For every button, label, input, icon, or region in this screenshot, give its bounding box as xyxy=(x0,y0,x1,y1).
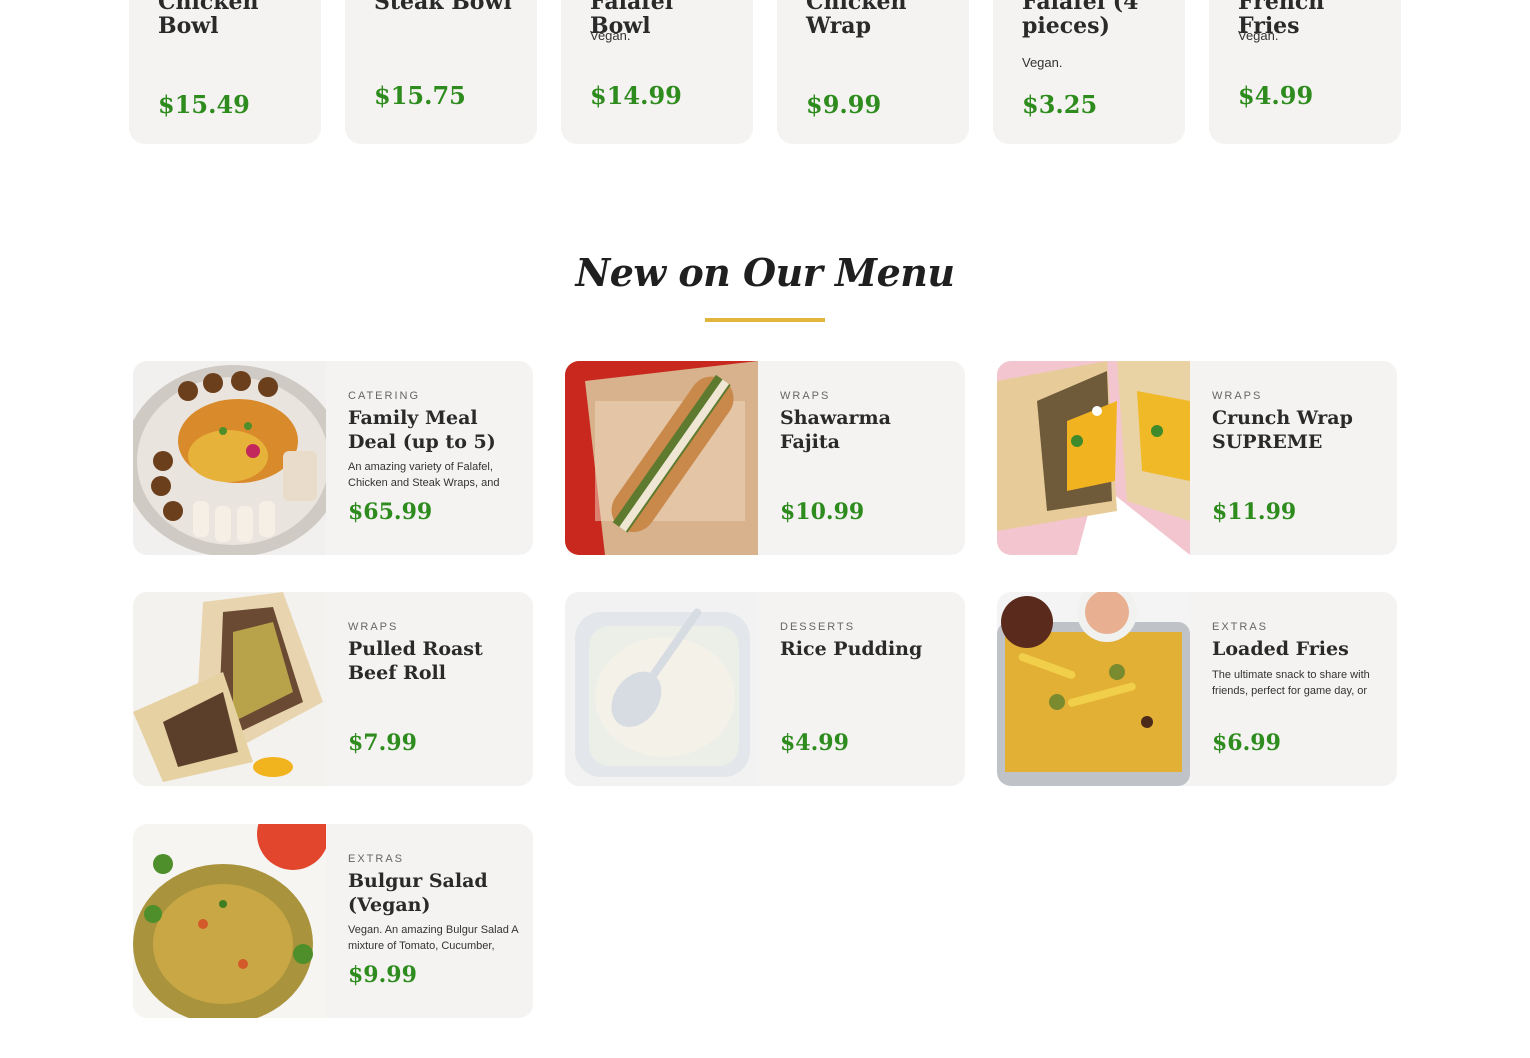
item-price: $4.99 xyxy=(780,730,849,756)
item-category: EXTRAS xyxy=(1212,621,1269,633)
item-description: Vegan. xyxy=(1238,28,1279,43)
item-price: $9.99 xyxy=(806,90,882,119)
top-menu-row: Chicken Bowl $15.49 Steak Bowl $15.75 Fa… xyxy=(129,0,1401,144)
item-title: Rice Pudding xyxy=(780,638,923,660)
item-description: Vegan. xyxy=(1022,55,1063,70)
menu-card-crunch-wrap-supreme[interactable]: WRAPS Crunch Wrap SUPREME $11.99 xyxy=(997,361,1397,555)
item-description: Vegan. An amazing Bulgur Salad A mixture… xyxy=(348,924,519,952)
rice-pudding-image xyxy=(565,592,758,786)
platter-image xyxy=(133,361,326,555)
item-price: $15.49 xyxy=(158,90,250,119)
section-title: New on Our Menu xyxy=(575,250,955,295)
item-category: WRAPS xyxy=(348,621,399,633)
item-price: $3.25 xyxy=(1022,90,1098,119)
menu-card-steak-bowl[interactable]: Steak Bowl $15.75 xyxy=(345,0,537,144)
crunch-wrap-image xyxy=(997,361,1190,555)
item-category: DESSERTS xyxy=(780,621,856,633)
item-title: Family Meal Deal (up to 5) xyxy=(348,407,496,453)
item-category: CATERING xyxy=(348,390,421,402)
menu-card-chicken-bowl[interactable]: Chicken Bowl $15.49 xyxy=(129,0,321,144)
menu-card-chicken-wrap[interactable]: Chicken Wrap $9.99 xyxy=(777,0,969,144)
menu-card-shawarma-fajita[interactable]: WRAPS Shawarma Fajita $10.99 xyxy=(565,361,965,555)
menu-card-falafel-4[interactable]: Falafel (4 pieces) Vegan. $3.25 xyxy=(993,0,1185,144)
item-price: $6.99 xyxy=(1212,730,1281,756)
menu-card-rice-pudding[interactable]: DESSERTS Rice Pudding $4.99 xyxy=(565,592,965,786)
item-category: WRAPS xyxy=(1212,390,1263,402)
item-price: $11.99 xyxy=(1212,499,1297,525)
menu-card-bulgur-salad[interactable]: EXTRAS Bulgur Salad (Vegan) Vegan. An am… xyxy=(133,824,533,1018)
item-price: $7.99 xyxy=(348,730,417,756)
item-category: EXTRAS xyxy=(348,853,405,865)
item-name: Chicken Wrap xyxy=(806,0,907,39)
section-divider xyxy=(705,318,825,322)
item-description: The ultimate snack to share with friends… xyxy=(1212,669,1370,697)
menu-card-pulled-roast-beef-roll[interactable]: WRAPS Pulled Roast Beef Roll $7.99 xyxy=(133,592,533,786)
item-price: $14.99 xyxy=(590,81,682,110)
menu-card-family-meal-deal[interactable]: CATERING Family Meal Deal (up to 5) An a… xyxy=(133,361,533,555)
menu-card-french-fries[interactable]: French Fries Vegan. $4.99 xyxy=(1209,0,1401,144)
item-name: Steak Bowl xyxy=(374,0,512,15)
item-title: Shawarma Fajita xyxy=(780,407,891,453)
item-name: Falafel (4 pieces) xyxy=(1022,0,1139,39)
item-title: Crunch Wrap SUPREME xyxy=(1212,407,1353,453)
item-title: Loaded Fries xyxy=(1212,638,1349,660)
loaded-fries-image xyxy=(997,592,1190,786)
item-price: $65.99 xyxy=(348,499,433,525)
roast-beef-roll-image xyxy=(133,592,326,786)
item-description: An amazing variety of Falafel, Chicken a… xyxy=(348,461,500,489)
sandwich-image xyxy=(565,361,758,555)
menu-card-loaded-fries[interactable]: EXTRAS Loaded Fries The ultimate snack t… xyxy=(997,592,1397,786)
item-description: Vegan. xyxy=(590,28,631,43)
item-price: $4.99 xyxy=(1238,81,1314,110)
item-category: WRAPS xyxy=(780,390,831,402)
item-price: $9.99 xyxy=(348,962,417,988)
item-price: $15.75 xyxy=(374,81,466,110)
item-title: Pulled Roast Beef Roll xyxy=(348,638,483,684)
menu-card-falafel-bowl[interactable]: Falafel Bowl Vegan. $14.99 xyxy=(561,0,753,144)
item-title: Bulgur Salad (Vegan) xyxy=(348,870,488,916)
item-price: $10.99 xyxy=(780,499,865,525)
item-name: Chicken Bowl xyxy=(158,0,259,39)
bulgur-salad-image xyxy=(133,824,326,1018)
